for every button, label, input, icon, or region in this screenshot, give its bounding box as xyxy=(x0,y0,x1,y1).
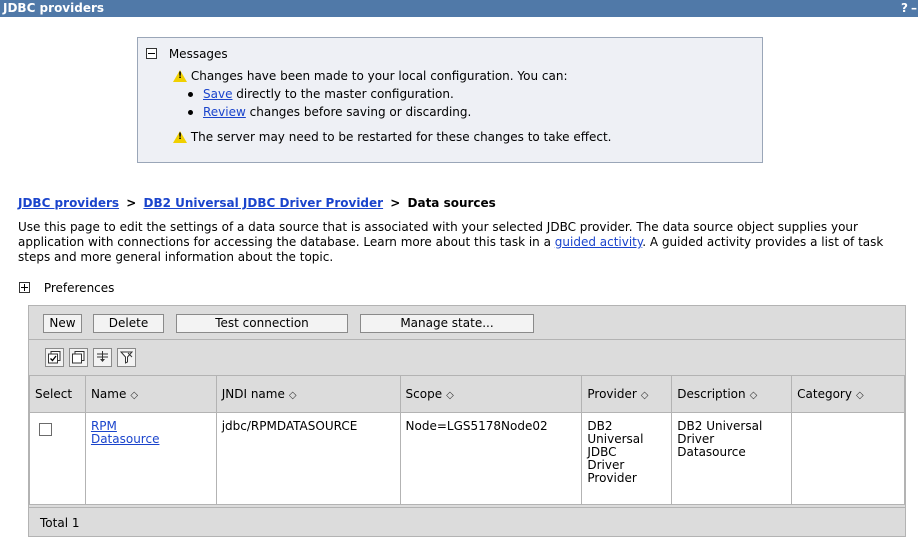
description-cell: DB2 Universal Driver Datasource xyxy=(671,412,793,505)
portlet-title-bar: JDBC providers ? – xyxy=(0,0,918,17)
messages-header[interactable]: Messages xyxy=(146,46,228,61)
changes-notice-text: Changes have been made to your local con… xyxy=(190,69,568,83)
column-header-description[interactable]: Description ◇ xyxy=(671,375,793,413)
help-button[interactable]: ? xyxy=(901,0,908,17)
row-select-checkbox[interactable] xyxy=(39,423,52,436)
sort-icon[interactable]: ◇ xyxy=(641,390,649,401)
breadcrumb: JDBC providers > DB2 Universal JDBC Driv… xyxy=(18,196,496,210)
delete-button[interactable]: Delete xyxy=(93,314,164,333)
show-filter-icon[interactable] xyxy=(93,348,112,367)
breadcrumb-jdbc-providers[interactable]: JDBC providers xyxy=(18,196,119,210)
category-cell xyxy=(791,412,905,505)
table-icon-bar xyxy=(29,340,905,375)
save-link[interactable]: Save xyxy=(203,87,232,101)
review-link[interactable]: Review xyxy=(203,105,246,119)
provider-cell: DB2 Universal JDBC Driver Provider xyxy=(581,412,673,505)
clear-filter-icon[interactable] xyxy=(117,348,136,367)
select-all-icon[interactable] xyxy=(45,348,64,367)
restart-notice-text: The server may need to be restarted for … xyxy=(190,130,612,144)
datasource-name-link[interactable]: RPM Datasource xyxy=(91,419,160,446)
expand-icon[interactable] xyxy=(19,282,30,293)
guided-activity-link[interactable]: guided activity xyxy=(555,235,643,249)
messages-panel: Messages ! Changes have been made to you… xyxy=(137,37,763,163)
breadcrumb-separator: > xyxy=(390,196,401,210)
sort-icon[interactable]: ◇ xyxy=(130,390,138,401)
sort-icon[interactable]: ◇ xyxy=(289,390,297,401)
column-header-provider[interactable]: Provider ◇ xyxy=(581,375,673,413)
deselect-all-icon[interactable] xyxy=(69,348,88,367)
review-item: Review changes before saving or discardi… xyxy=(188,105,471,119)
table-footer: Total 1 xyxy=(29,507,905,536)
collapse-icon[interactable] xyxy=(146,48,157,59)
data-sources-table: Select Name ◇ JNDI name ◇ Scope ◇ Provider ◇… xyxy=(29,375,905,505)
messages-label: Messages xyxy=(168,46,228,61)
test-connection-button[interactable]: Test connection xyxy=(176,314,348,333)
select-cell xyxy=(29,412,86,505)
column-header-select: Select xyxy=(29,375,86,413)
scope-cell: Node=LGS5178Node02 xyxy=(399,412,583,505)
preferences-toggle[interactable]: Preferences xyxy=(19,280,114,295)
column-header-category[interactable]: Category ◇ xyxy=(791,375,905,413)
sort-icon[interactable]: ◇ xyxy=(750,390,758,401)
new-button[interactable]: New xyxy=(43,314,82,333)
minimize-button[interactable]: – xyxy=(911,0,917,17)
review-item-text: changes before saving or discarding. xyxy=(245,105,472,119)
data-sources-panel: New Delete Test connection Manage state.… xyxy=(28,305,906,537)
column-header-jndi-name[interactable]: JNDI name ◇ xyxy=(215,375,401,413)
breadcrumb-current: Data sources xyxy=(407,196,496,210)
preferences-label: Preferences xyxy=(43,280,115,295)
portlet-title: JDBC providers xyxy=(3,1,105,15)
restart-message: ! The server may need to be restarted fo… xyxy=(173,130,612,144)
column-header-name[interactable]: Name ◇ xyxy=(84,375,217,413)
column-header-scope[interactable]: Scope ◇ xyxy=(399,375,583,413)
save-item: Save directly to the master configuratio… xyxy=(188,87,454,101)
save-item-text: directly to the master configuration. xyxy=(232,87,454,101)
warning-icon: ! xyxy=(173,131,187,143)
breadcrumb-db2-provider[interactable]: DB2 Universal JDBC Driver Provider xyxy=(143,196,383,210)
total-count: Total 1 xyxy=(40,516,80,530)
bullet-icon xyxy=(188,92,193,97)
sort-icon[interactable]: ◇ xyxy=(446,390,454,401)
jndi-cell: jdbc/RPMDATASOURCE xyxy=(215,412,401,505)
button-bar: New Delete Test connection Manage state.… xyxy=(29,306,905,340)
sort-icon[interactable]: ◇ xyxy=(856,390,864,401)
warning-icon: ! xyxy=(173,70,187,82)
name-cell: RPM Datasource xyxy=(84,412,217,505)
bullet-icon xyxy=(188,110,193,115)
breadcrumb-separator: > xyxy=(126,196,137,210)
table-row: RPM Datasource jdbc/RPMDATASOURCE Node=LG… xyxy=(29,412,905,505)
changes-message: ! Changes have been made to your local c… xyxy=(173,69,568,83)
manage-state-button[interactable]: Manage state... xyxy=(360,314,534,333)
table-header-row: Select Name ◇ JNDI name ◇ Scope ◇ Provider ◇… xyxy=(29,375,905,413)
page-description: Use this page to edit the settings of a … xyxy=(18,220,908,265)
